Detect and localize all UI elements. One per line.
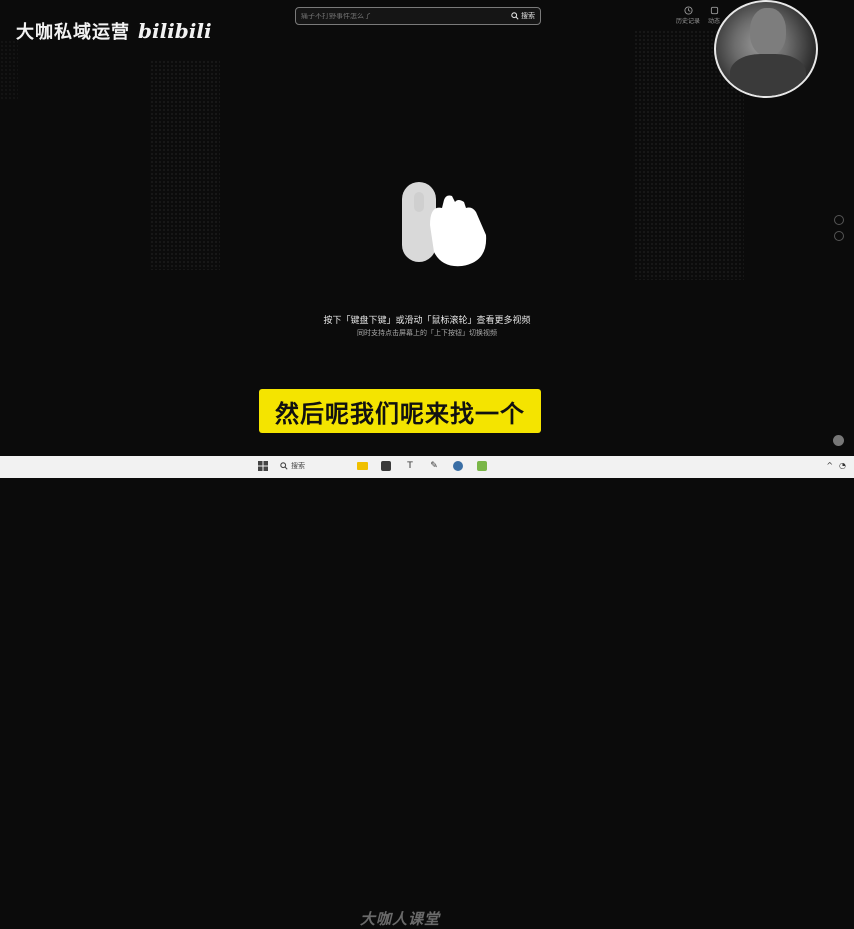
- history-button[interactable]: 历史记录: [676, 6, 700, 25]
- search-bar: 搜索: [295, 7, 541, 25]
- history-icon: [683, 6, 693, 15]
- search-button[interactable]: 搜索: [511, 11, 535, 21]
- taskbar-search-icon: [280, 462, 288, 470]
- taskbar-center: 搜索 T ✎: [256, 459, 489, 473]
- help-icon[interactable]: [833, 435, 844, 446]
- taskbar-search[interactable]: 搜索: [280, 461, 305, 471]
- start-menu-icon[interactable]: [256, 459, 270, 473]
- up-arrow-icon[interactable]: [834, 215, 844, 225]
- video-subtitle: 然后呢我们呢来找一个: [259, 389, 541, 433]
- taskbar-search-label: 搜索: [291, 462, 305, 470]
- typora-icon[interactable]: T: [403, 459, 417, 473]
- file-explorer-icon[interactable]: [355, 459, 369, 473]
- brand-header: 大咖私域运营 bilibili: [16, 18, 212, 44]
- edit-icon[interactable]: ✎: [427, 459, 441, 473]
- bilibili-logo[interactable]: bilibili: [138, 19, 212, 43]
- app-icon[interactable]: [379, 459, 393, 473]
- search-button-label: 搜索: [521, 12, 535, 20]
- presenter-face: [750, 8, 786, 56]
- side-control-icons: [834, 215, 844, 241]
- scroll-hint-secondary: 同时支持点击屏幕上的「上下按钮」切换视频: [357, 329, 497, 337]
- brand-title: 大咖私域运营: [16, 22, 130, 43]
- dynamic-button[interactable]: 动态: [708, 6, 720, 25]
- system-tray: ^ ◔: [826, 461, 846, 470]
- search-input[interactable]: [301, 12, 481, 20]
- scroll-hint-primary: 按下「键盘下键」或滑动「鼠标滚轮」查看更多视频: [323, 316, 531, 326]
- watermark-text: 大咖人课堂: [360, 910, 441, 928]
- webcam-overlay: [714, 0, 818, 98]
- tray-network-icon[interactable]: ◔: [839, 461, 846, 470]
- browser-icon[interactable]: [451, 459, 465, 473]
- down-arrow-icon[interactable]: [834, 231, 844, 241]
- media-icon[interactable]: [475, 459, 489, 473]
- top-nav-icons: 历史记录 动态: [676, 6, 720, 25]
- history-label: 历史记录: [676, 18, 701, 25]
- dynamic-label: 动态: [708, 18, 721, 25]
- search-icon: [511, 12, 519, 20]
- background-dots-left: [150, 60, 220, 270]
- presenter-body: [730, 54, 806, 96]
- windows-taskbar: 搜索 T ✎ 大咖人课堂 ^ ◔: [0, 456, 854, 928]
- background-dots-left-edge: [0, 40, 18, 100]
- tray-chevron-icon[interactable]: ^: [826, 461, 833, 470]
- scroll-hand-icon: [402, 182, 487, 267]
- dynamic-icon: [710, 6, 718, 15]
